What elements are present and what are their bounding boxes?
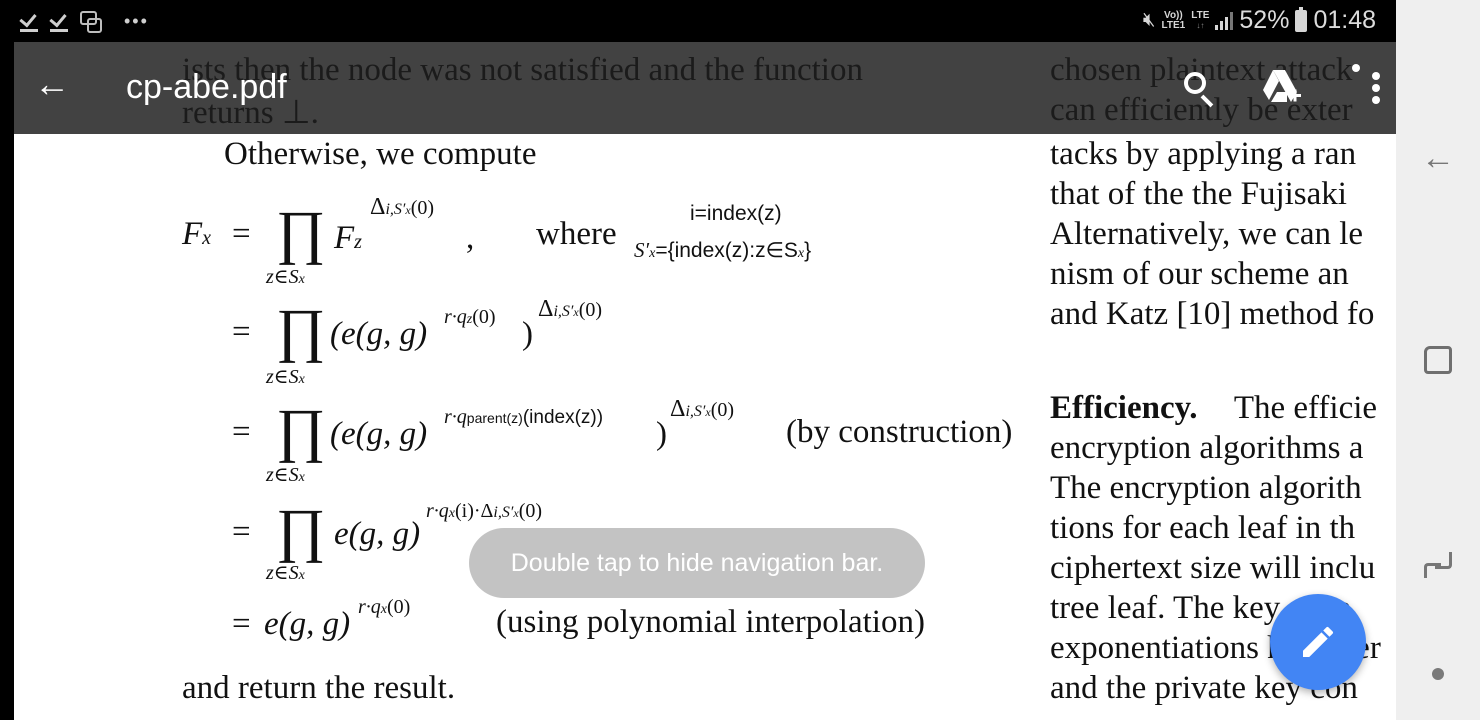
product-range: z∈Sx — [266, 266, 305, 288]
volte-indicator: Vo)) LTE1 — [1161, 9, 1186, 31]
comma: , — [466, 220, 475, 256]
product-symbol: ∏ — [276, 199, 326, 265]
battery-percent: 52% — [1239, 6, 1290, 34]
text-line: and Katz [10] method fo — [1050, 296, 1375, 332]
nav-hide-dot-button[interactable] — [1432, 668, 1444, 680]
add-to-drive-button[interactable] — [1257, 64, 1305, 112]
product-symbol: ∏ — [276, 297, 326, 363]
text-line: tacks by applying a ran — [1050, 136, 1357, 172]
equals-sign: = — [232, 606, 251, 642]
eq4-body: e(g, g) — [334, 516, 421, 552]
signal-icon — [1215, 11, 1234, 30]
notification-icons: ••• — [20, 10, 149, 33]
toast-message: Double tap to hide navigation bar. — [469, 528, 925, 598]
status-bar: ••• 🔇︎ Vo)) LTE1 LTE ↓↑ 52% 01:48 — [0, 0, 1396, 42]
product-range: z∈Sx — [266, 464, 305, 486]
data-arrows-icon: ↓↑ — [1196, 20, 1205, 30]
volte-label: Vo)) — [1164, 9, 1183, 21]
eq3-inner-exponent: r·qparent(z)(index(z)) — [444, 406, 604, 428]
check-icon — [50, 10, 70, 32]
text-line: nism of our scheme an — [1050, 256, 1349, 292]
pdf-page[interactable]: Otherwise, we compute Fx = ∏ z∈Sx Fz Δi,… — [14, 42, 1396, 720]
network-label: LTE — [1191, 9, 1210, 21]
text-line: and return the result. — [182, 670, 456, 706]
condition-1: i=index(z) — [690, 202, 782, 225]
edit-fab-button[interactable] — [1270, 594, 1366, 690]
text-line: tions for each leaf in th — [1050, 510, 1356, 546]
more-options-button[interactable] — [1332, 64, 1380, 112]
eq4-exponent: r·qx(i)·Δi,S′x(0) — [426, 500, 543, 522]
eq1-exponent: Δi,S′x(0) — [370, 194, 435, 220]
mute-icon: 🔇︎ — [1142, 9, 1156, 31]
add-to-drive-icon — [1263, 70, 1301, 102]
eq2-inner-exponent: r·qz(0) — [444, 306, 496, 328]
arrow-left-icon: ← — [34, 63, 70, 104]
equals-sign: = — [232, 216, 251, 252]
eq5-exponent: r·qx(0) — [358, 596, 411, 618]
app-bar: ists then the node was not satisfied and… — [14, 42, 1396, 134]
text-line: ciphertext size will inclu — [1050, 550, 1376, 586]
product-range: z∈Sx — [266, 366, 305, 388]
back-icon: ← — [1421, 138, 1455, 177]
eq3-outer-exponent: Δi,S′x(0) — [670, 396, 735, 422]
nav-home-button[interactable] — [1396, 330, 1480, 390]
efficiency-paragraph-first-line: Efficiency. The efficie — [1050, 390, 1377, 427]
eq5-body: e(g, g) — [264, 606, 351, 642]
close-paren: ) — [522, 316, 533, 352]
text-line: Alternatively, we can le — [1050, 216, 1364, 252]
back-button[interactable]: ← — [32, 64, 72, 104]
volte-sim-label: LTE1 — [1161, 19, 1186, 31]
equals-sign: = — [232, 514, 251, 550]
eq5-note: (using polynomial interpolation) — [496, 604, 925, 640]
more-vert-icon — [1352, 64, 1380, 104]
text-line: Otherwise, we compute — [224, 136, 537, 172]
eq3-body: (e(g, g) — [330, 416, 428, 452]
eq2-body: (e(g, g) — [330, 316, 428, 352]
where-label: where — [536, 216, 617, 252]
network-type: LTE ↓↑ — [1191, 9, 1210, 31]
system-icons: 🔇︎ Vo)) LTE1 LTE ↓↑ 52% 01:48 — [1143, 6, 1376, 35]
more-notifications-icon: ••• — [124, 11, 149, 31]
text-line: encryption algorithms a — [1050, 430, 1364, 466]
check-icon — [20, 10, 40, 32]
product-range: z∈Sx — [266, 562, 305, 584]
product-symbol: ∏ — [276, 497, 326, 563]
eq1-base: Fz — [334, 220, 362, 256]
product-symbol: ∏ — [276, 397, 326, 463]
close-paren: ) — [656, 416, 667, 452]
condition-2: S′x={index(z):z∈Sx} — [634, 238, 812, 262]
eq2-outer-exponent: Δi,S′x(0) — [538, 296, 603, 322]
nav-recent-apps-button[interactable] — [1396, 535, 1480, 595]
equals-sign: = — [232, 414, 251, 450]
equals-sign: = — [232, 314, 251, 350]
clock: 01:48 — [1313, 6, 1376, 34]
home-icon — [1424, 346, 1452, 374]
nav-back-button[interactable]: ← — [1396, 128, 1480, 188]
edit-pencil-icon — [1303, 626, 1334, 657]
screen-recorder-icon — [80, 10, 102, 33]
text-line: that of the the Fujisaki — [1050, 176, 1347, 212]
battery-icon — [1295, 6, 1308, 32]
eq3-note: (by construction) — [786, 414, 1013, 450]
recent-apps-icon — [1424, 552, 1452, 578]
document-title: cp-abe.pdf — [126, 68, 287, 106]
eq1-lhs: Fx — [182, 216, 212, 252]
search-button[interactable] — [1174, 64, 1222, 112]
efficiency-heading: Efficiency. — [1050, 390, 1198, 426]
text-line: The encryption algorith — [1050, 470, 1362, 506]
text-span: The efficie — [1233, 390, 1378, 426]
